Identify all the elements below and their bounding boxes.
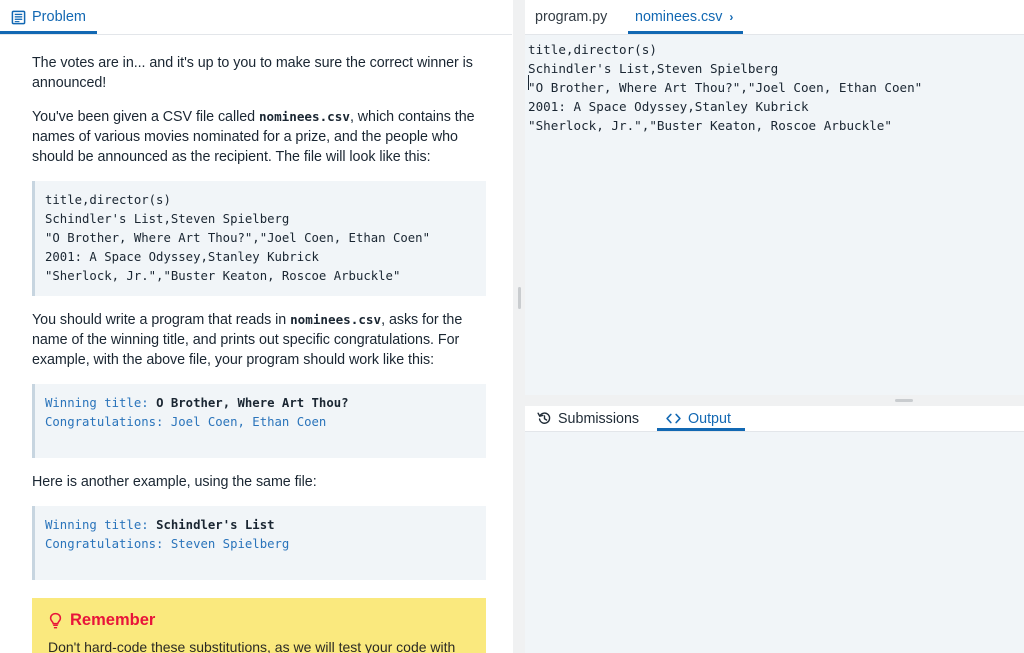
paragraph-another-example: Here is another example, using the same …	[32, 474, 317, 490]
lightbulb-icon	[48, 612, 63, 630]
tab-problem-underline	[0, 31, 97, 34]
tab-problem-label: Problem	[32, 9, 86, 25]
inline-code-nominees-1: nominees.csv	[258, 109, 350, 124]
problem-panel: Problem The votes are in... and it's up …	[0, 0, 512, 653]
example1-answer: O Brother, Where Art Thou?	[156, 396, 349, 410]
code-brackets-icon	[665, 412, 682, 425]
text-caret	[528, 75, 529, 90]
example2-answer: Schindler's List	[156, 518, 275, 532]
csv-sample-block: title,director(s) Schindler's List,Steve…	[32, 181, 486, 296]
tab-submissions[interactable]: Submissions	[537, 406, 639, 431]
tab-submissions-label: Submissions	[558, 410, 640, 427]
example2-prompt: Winning title:	[45, 518, 157, 532]
code-editor[interactable]: title,director(s) Schindler's List,Steve…	[525, 35, 1024, 395]
example-output-block-2: Winning title: Schindler's List Congratu…	[32, 506, 486, 580]
tab-output[interactable]: Output	[657, 406, 745, 431]
history-icon	[537, 411, 552, 426]
editor-tabbar: program.py nominees.csv ›	[525, 0, 1024, 35]
tab-nominees-csv-underline	[628, 31, 743, 34]
p3-pre: You should write a program that reads in	[32, 312, 291, 328]
horizontal-splitter-grip[interactable]	[895, 399, 913, 402]
tab-nominees-csv[interactable]: nominees.csv ›	[628, 0, 743, 34]
tab-program-py-label: program.py	[535, 9, 608, 25]
problem-content: The votes are in... and it's up to you t…	[0, 35, 512, 653]
app-root: Problem The votes are in... and it's up …	[0, 0, 1024, 653]
paragraph-program-description: You should write a program that reads in…	[32, 310, 486, 370]
tab-problem[interactable]: Problem	[0, 0, 97, 34]
editor-content[interactable]: title,director(s) Schindler's List,Steve…	[526, 40, 1024, 135]
chevron-right-icon[interactable]: ›	[729, 10, 733, 24]
vertical-splitter-grip[interactable]	[518, 287, 521, 309]
console-tabbar: Submissions Output	[525, 406, 1024, 432]
example2-response: Congratulations: Steven Spielberg	[45, 537, 290, 551]
vertical-splitter[interactable]	[512, 0, 525, 653]
tab-output-label: Output	[688, 410, 731, 427]
p2-pre: You've been given a CSV file called	[32, 109, 259, 125]
problem-tabbar: Problem	[0, 0, 512, 35]
paragraph-intro: The votes are in... and it's up to you t…	[32, 55, 473, 91]
paragraph-csv-description: You've been given a CSV file called nomi…	[32, 107, 486, 167]
document-icon	[11, 10, 26, 25]
horizontal-splitter[interactable]	[525, 395, 1024, 406]
editor-panel: program.py nominees.csv › title,director…	[525, 0, 1024, 653]
example-output-block-1: Winning title: O Brother, Where Art Thou…	[32, 384, 486, 458]
remember-body: Don't hard-code these substitutions, as …	[48, 637, 470, 653]
output-pane[interactable]	[525, 432, 1024, 653]
example1-response: Congratulations: Joel Coen, Ethan Coen	[45, 415, 327, 429]
tab-output-underline	[657, 428, 745, 431]
remember-title: Remember	[70, 611, 156, 629]
tab-nominees-csv-label: nominees.csv	[635, 9, 723, 25]
remember-body-pre: Don't hard-code these substitutions, as …	[48, 639, 456, 653]
example1-prompt: Winning title:	[45, 396, 157, 410]
remember-callout: Remember Don't hard-code these substitut…	[32, 598, 486, 653]
tab-program-py[interactable]: program.py	[535, 0, 607, 34]
remember-header: Remember	[48, 611, 470, 630]
inline-code-nominees-2: nominees.csv	[290, 312, 382, 327]
